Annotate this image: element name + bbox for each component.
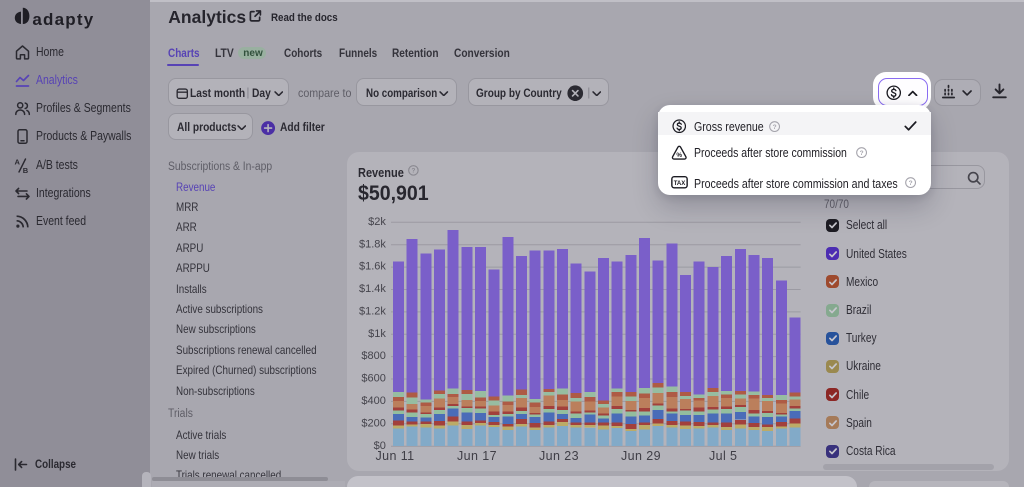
- svg-text:?: ?: [411, 168, 415, 175]
- svg-text:B: B: [23, 165, 29, 173]
- svg-text:?: ?: [909, 180, 913, 187]
- svg-text:%: %: [676, 152, 682, 159]
- svg-text:A: A: [15, 157, 21, 166]
- svg-text:?: ?: [773, 123, 777, 130]
- svg-text:?: ?: [860, 150, 864, 157]
- svg-text:TAX: TAX: [674, 181, 686, 187]
